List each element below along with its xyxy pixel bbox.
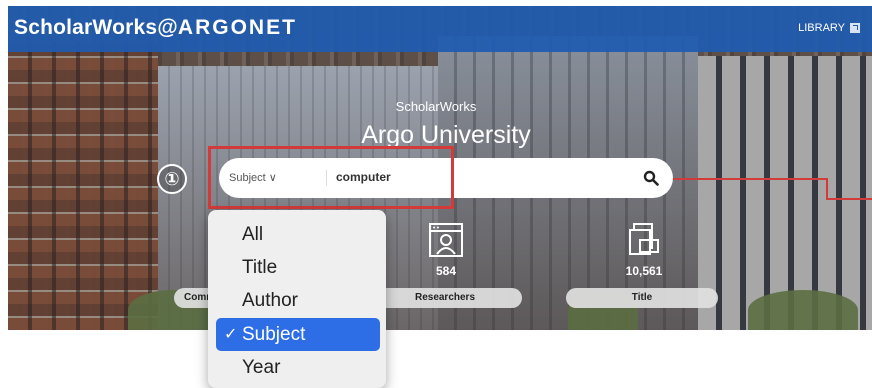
annotation-highlight-box (208, 146, 454, 209)
checkmark-icon: ✓ (224, 326, 238, 343)
title-count: 10,561 (625, 264, 663, 278)
stat-title-label: Title (631, 292, 653, 303)
dropdown-option-all[interactable]: All (208, 218, 386, 251)
brand-org: ARGONET (177, 16, 297, 39)
stat-researchers-label: Researchers (414, 292, 476, 303)
dropdown-option-author[interactable]: Author (208, 284, 386, 317)
option-label: All (242, 224, 264, 245)
book-stack-icon (629, 223, 659, 255)
hero-title-text: Argo University (361, 121, 531, 149)
library-label: LIBRARY (798, 22, 845, 34)
option-label: Year (242, 357, 281, 378)
dropdown-option-subject[interactable]: ✓ Subject (216, 318, 380, 351)
dropdown-option-title[interactable]: Title (208, 251, 386, 284)
annotation-connector (826, 178, 828, 200)
researcher-profile-icon (429, 223, 463, 257)
researchers-count: 584 (435, 264, 457, 278)
option-label: Title (242, 257, 278, 278)
hero-subtitle: ScholarWorks (395, 99, 477, 114)
annotation-connector (826, 198, 872, 200)
step-badge: ① (157, 164, 187, 194)
option-label: Subject (242, 324, 306, 345)
option-label: Author (242, 290, 298, 311)
library-link[interactable]: LIBRARY (798, 22, 860, 34)
search-icon[interactable] (643, 170, 659, 186)
stat-title[interactable]: Title (566, 288, 718, 308)
brand-prefix: ScholarWorks@ (14, 16, 178, 39)
top-bar: ScholarWorks@ARGONET LIBRARY (8, 6, 872, 52)
site-logo[interactable]: ScholarWorks@ARGONET (14, 16, 297, 40)
dropdown-option-year[interactable]: Year (208, 351, 386, 384)
external-link-icon (850, 23, 860, 33)
search-field-dropdown: All Title Author ✓ Subject Year (208, 210, 386, 388)
stat-researchers[interactable]: Researchers (368, 288, 522, 308)
